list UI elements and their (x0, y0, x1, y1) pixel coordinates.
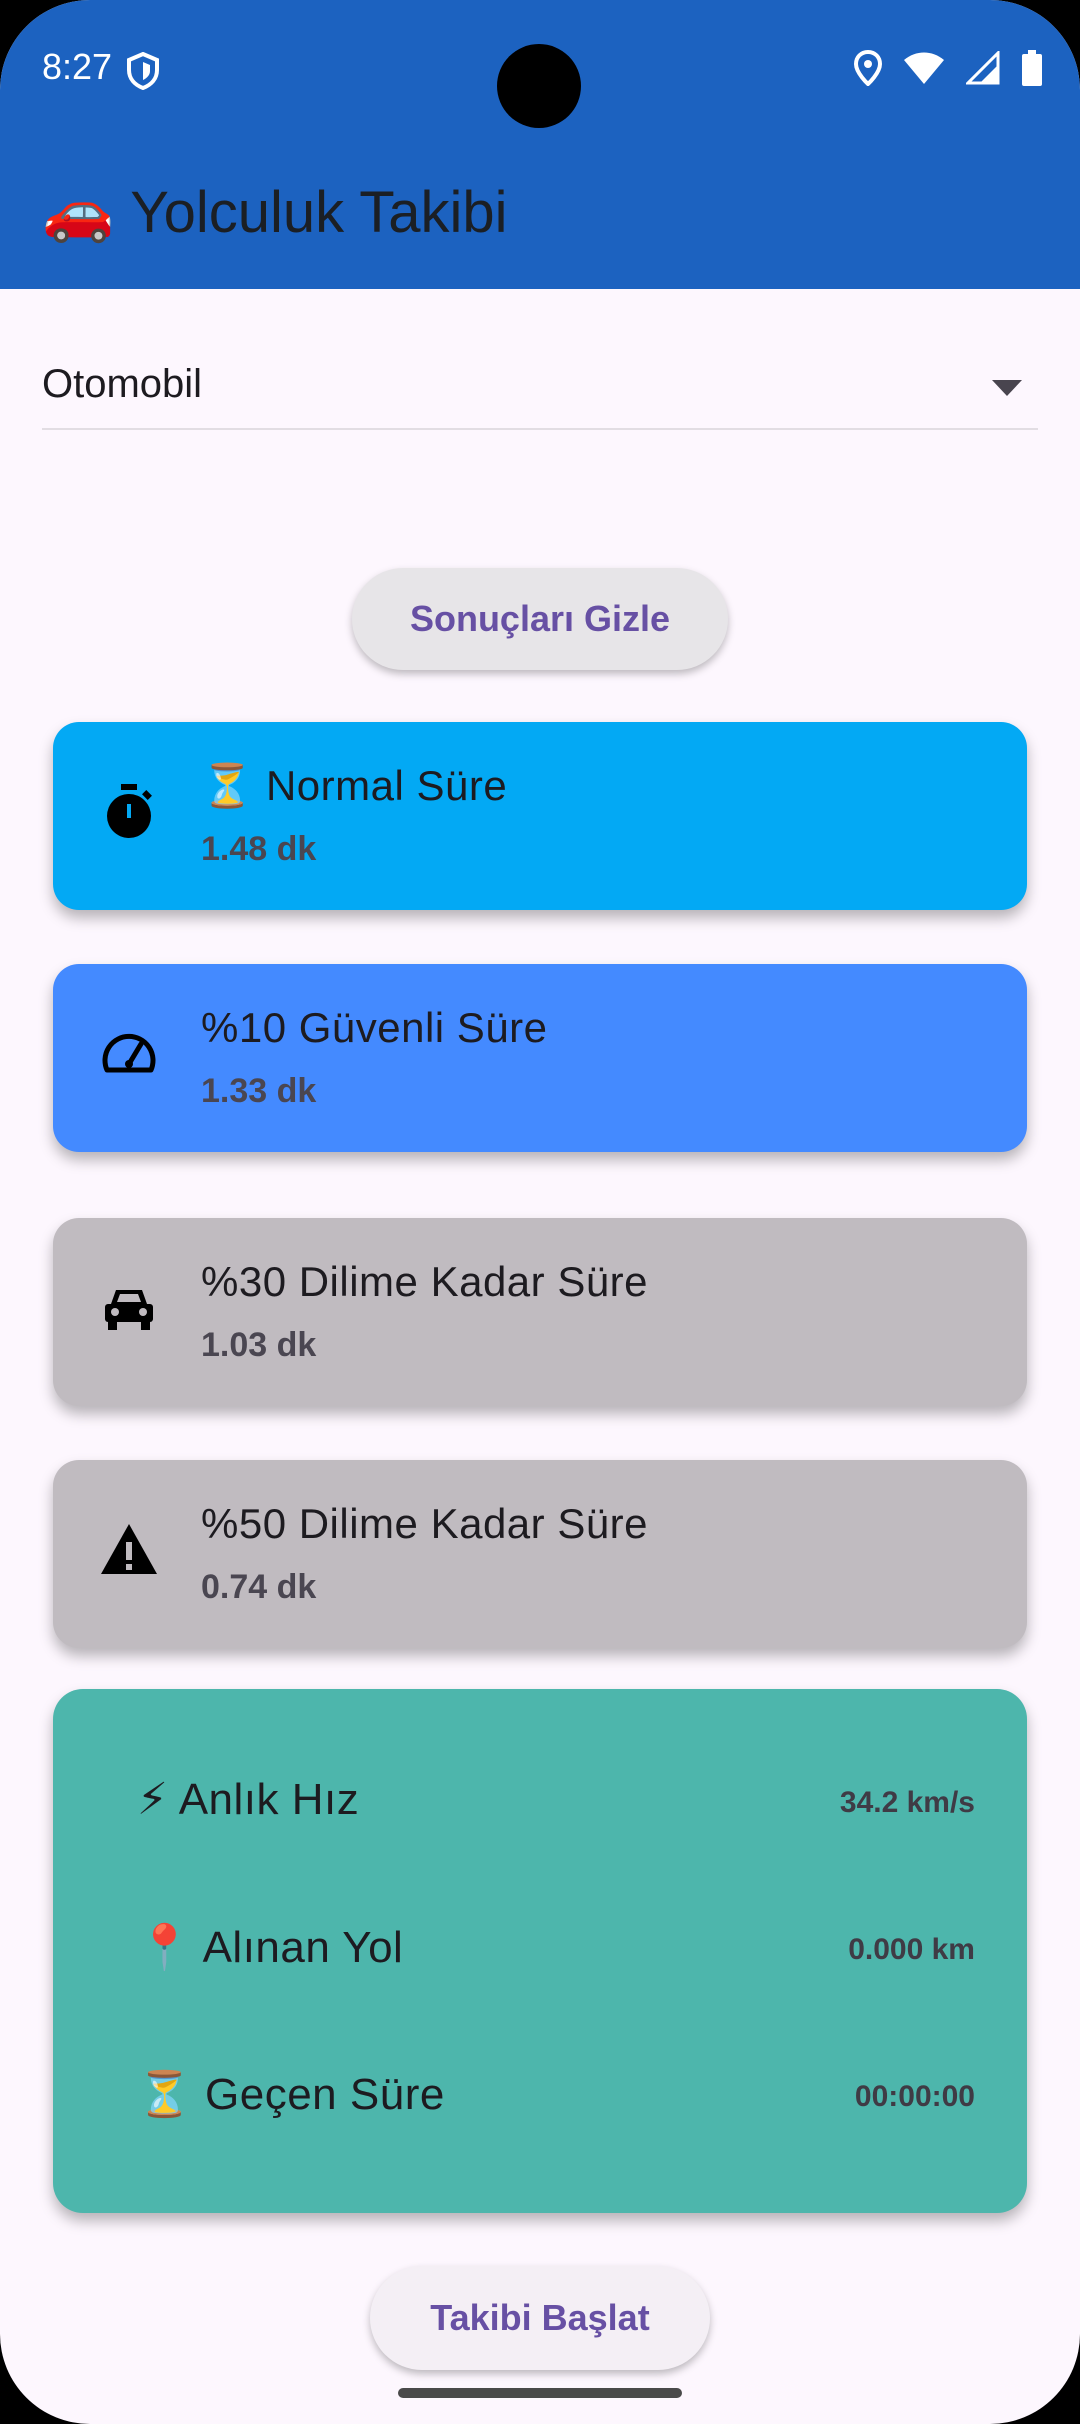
app-title: 🚗 Yolculuk Takibi (42, 178, 507, 246)
app-title-text: Yolculuk Takibi (130, 179, 508, 245)
dropdown-arrow-icon (992, 380, 1022, 396)
stat-value: 0.000 km (848, 1933, 975, 1966)
status-icons (854, 50, 1042, 86)
wifi-icon (904, 52, 944, 84)
app-screen: 8:27 🚗 Yolculuk Takibi Otomobil Sonuçlar… (0, 0, 1080, 2424)
shield-icon (127, 52, 159, 90)
card-title: ⏳ Normal Süre (201, 762, 508, 809)
distance-row: 📍 Alınan Yol 0.000 km (137, 1921, 975, 1981)
hide-results-button[interactable]: Sonuçları Gizle (352, 568, 728, 670)
stat-label: ⏳ Geçen Süre (137, 2070, 445, 2119)
warning-icon (101, 1524, 157, 1574)
stat-label: ⚡ Anlık Hız (137, 1775, 360, 1824)
signal-icon (966, 51, 1000, 85)
normal-duration-card: ⏳ Normal Süre 1.48 dk (53, 722, 1027, 910)
safe-duration-card: %10 Güvenli Süre 1.33 dk (53, 964, 1027, 1152)
card-value: 1.33 dk (201, 1072, 317, 1110)
car-emoji-icon: 🚗 (42, 179, 115, 244)
start-tracking-button[interactable]: Takibi Başlat (370, 2266, 710, 2370)
home-indicator[interactable] (398, 2388, 682, 2398)
speedometer-icon (102, 1033, 156, 1073)
card-title: %10 Güvenli Süre (201, 1004, 548, 1051)
tracking-stats-card: ⚡ Anlık Hız 34.2 km/s 📍 Alınan Yol 0.000… (53, 1689, 1027, 2213)
dropdown-value: Otomobil (42, 362, 203, 406)
thirty-percent-duration-card: %30 Dilime Kadar Süre 1.03 dk (53, 1218, 1027, 1406)
stat-value: 34.2 km/s (839, 1786, 975, 1819)
location-icon (854, 50, 882, 86)
card-value: 0.74 dk (201, 1568, 317, 1606)
status-time: 8:27 (42, 46, 113, 87)
app-bar: 8:27 🚗 Yolculuk Takibi (0, 0, 1080, 289)
battery-icon (1022, 50, 1042, 86)
camera-cutout (497, 44, 581, 128)
card-title: %50 Dilime Kadar Süre (201, 1500, 649, 1547)
current-speed-row: ⚡ Anlık Hız 34.2 km/s (137, 1774, 975, 1834)
card-title: %30 Dilime Kadar Süre (201, 1258, 649, 1305)
vehicle-type-dropdown[interactable]: Otomobil (42, 352, 1038, 430)
card-value: 1.03 dk (201, 1326, 317, 1364)
card-value: 1.48 dk (201, 830, 317, 868)
stat-value: 00:00:00 (854, 2080, 975, 2113)
car-icon (105, 1290, 153, 1330)
fifty-percent-duration-card: %50 Dilime Kadar Süre 0.74 dk (53, 1460, 1027, 1648)
stopwatch-icon (107, 784, 152, 838)
elapsed-time-row: ⏳ Geçen Süre 00:00:00 (137, 2068, 975, 2128)
stat-label: 📍 Alınan Yol (137, 1923, 404, 1972)
